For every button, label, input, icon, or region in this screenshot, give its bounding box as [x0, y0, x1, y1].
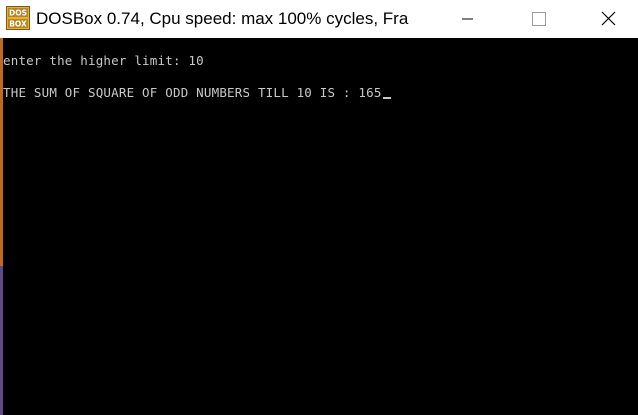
window-title: DOSBox 0.74, Cpu speed: max 100% cycles,…: [36, 9, 409, 28]
title-bar[interactable]: DOS BOX DOSBox 0.74, Cpu speed: max 100%…: [0, 0, 638, 38]
dosbox-window: DOS BOX DOSBox 0.74, Cpu speed: max 100%…: [0, 0, 638, 415]
console-line-with-cursor: THE SUM OF SQUARE OF ODD NUMBERS TILL 10…: [3, 85, 391, 101]
maximize-icon[interactable]: [515, 0, 561, 38]
dosbox-app-icon[interactable]: DOS BOX: [6, 6, 30, 30]
console-line: enter the higher limit: 10: [3, 53, 204, 68]
icon-text-top: DOS: [9, 9, 27, 18]
text-cursor: [382, 97, 391, 99]
console-output-text: THE SUM OF SQUARE OF ODD NUMBERS TILL 10…: [3, 85, 382, 100]
icon-text-bottom: BOX: [9, 20, 27, 29]
minimize-icon[interactable]: [444, 0, 490, 38]
close-icon[interactable]: [585, 0, 631, 38]
dos-console[interactable]: enter the higher limit: 10 THE SUM OF SQ…: [3, 38, 638, 415]
